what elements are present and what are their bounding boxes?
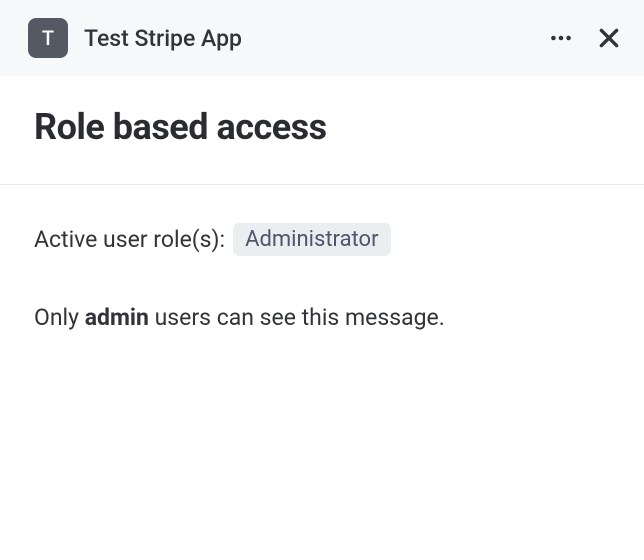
admin-message: Only admin users can see this message.	[34, 302, 610, 334]
page-title: Role based access	[34, 106, 610, 148]
app-panel: T Test Stripe App Role based access	[0, 0, 644, 560]
message-bold: admin	[85, 304, 149, 331]
panel-header: T Test Stripe App	[0, 0, 644, 76]
message-prefix: Only	[34, 304, 85, 331]
more-icon	[548, 25, 574, 51]
role-line: Active user role(s): Administrator	[34, 223, 610, 256]
message-suffix: users can see this message.	[149, 304, 445, 331]
app-name: Test Stripe App	[84, 25, 532, 52]
role-label: Active user role(s):	[34, 226, 225, 253]
close-icon	[596, 25, 622, 51]
header-actions	[548, 25, 622, 51]
role-badge: Administrator	[233, 223, 390, 256]
app-icon-letter: T	[42, 26, 54, 50]
more-button[interactable]	[548, 25, 574, 51]
title-section: Role based access	[0, 76, 644, 185]
content-section: Active user role(s): Administrator Only …	[0, 185, 644, 560]
app-icon: T	[28, 18, 68, 58]
close-button[interactable]	[596, 25, 622, 51]
